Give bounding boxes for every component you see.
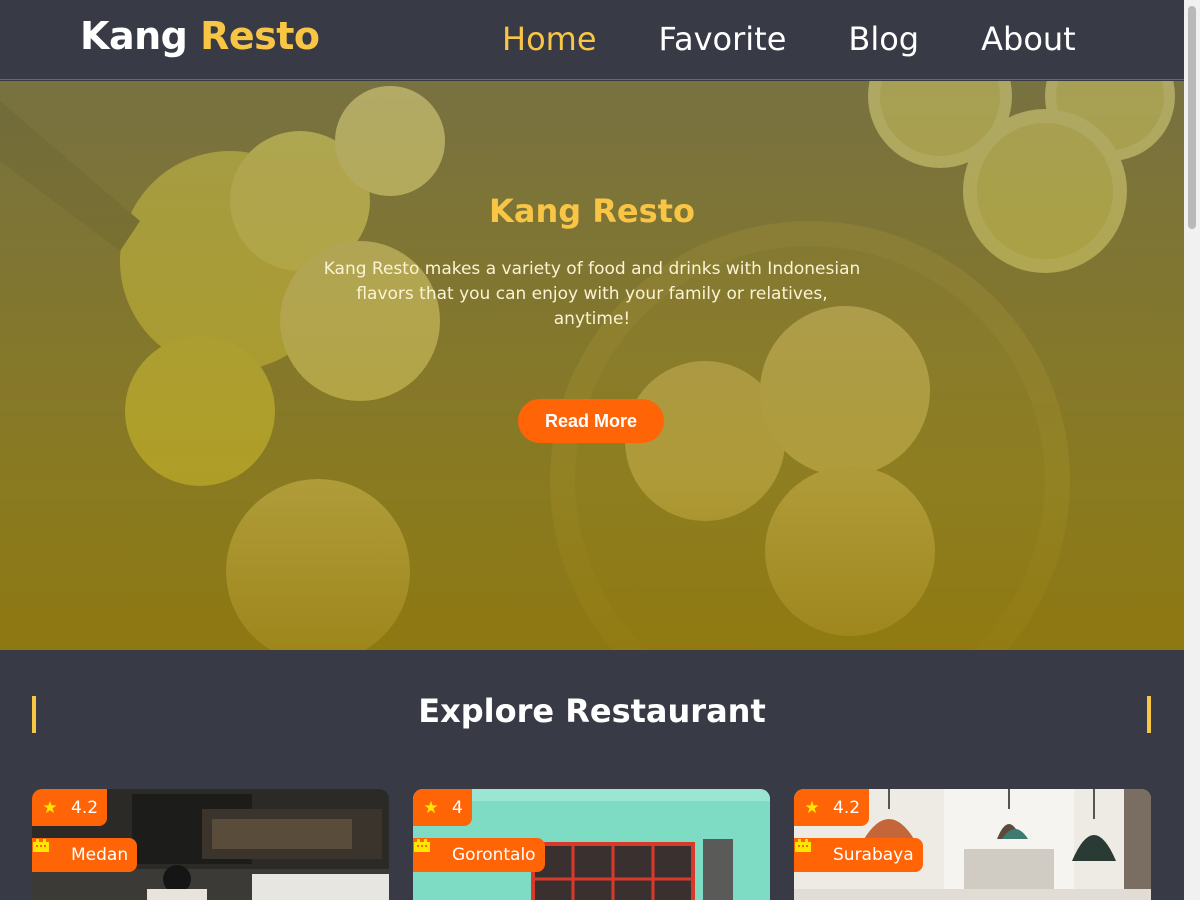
hero-content: Kang Resto Kang Resto makes a variety of…	[0, 81, 1184, 650]
section-accent-bar-right	[1147, 696, 1151, 733]
city-badge: Surabaya	[794, 838, 923, 872]
restaurant-card[interactable]: ★ 4.2 Medan	[32, 789, 389, 900]
rating-value: 4	[452, 797, 463, 818]
city-badge: Gorontalo	[413, 838, 545, 872]
hero-title: Kang Resto	[489, 192, 695, 230]
city-name: Surabaya	[833, 845, 914, 865]
scrollbar-thumb[interactable]	[1188, 6, 1196, 229]
rating-badge: ★ 4	[413, 789, 472, 826]
rating-value: 4.2	[833, 797, 861, 818]
restaurant-card[interactable]: ★ 4.2 Surabaya	[794, 789, 1151, 900]
site-header: Kang Resto Home Favorite Blog About	[0, 0, 1184, 80]
city-name: Gorontalo	[452, 845, 536, 865]
explore-title: Explore Restaurant	[418, 692, 766, 730]
hero-section: Kang Resto Kang Resto makes a variety of…	[0, 81, 1184, 650]
city-badge: Medan	[32, 838, 138, 872]
restaurant-card[interactable]: ★ 4 Gorontalo	[413, 789, 770, 900]
brand-name-second: Resto	[200, 14, 320, 58]
nav-about[interactable]: About	[981, 18, 1076, 60]
city-name: Medan	[71, 845, 129, 865]
brand-logo[interactable]: Kang Resto	[80, 14, 320, 58]
nav-home[interactable]: Home	[502, 18, 597, 60]
star-icon: ★	[42, 797, 58, 818]
nav-favorite[interactable]: Favorite	[659, 18, 787, 60]
rating-value: 4.2	[71, 797, 99, 818]
main-nav: Home Favorite Blog About	[502, 18, 1076, 60]
brand-name-first: Kang	[80, 14, 188, 58]
page-scrollbar[interactable]	[1184, 0, 1200, 900]
nav-blog[interactable]: Blog	[848, 18, 919, 60]
rating-badge: ★ 4.2	[794, 789, 870, 826]
hero-description: Kang Resto makes a variety of food and d…	[323, 259, 861, 329]
rating-badge: ★ 4.2	[32, 789, 108, 826]
star-icon: ★	[423, 797, 439, 818]
read-more-button[interactable]: Read More	[518, 399, 664, 443]
star-icon: ★	[804, 797, 820, 818]
